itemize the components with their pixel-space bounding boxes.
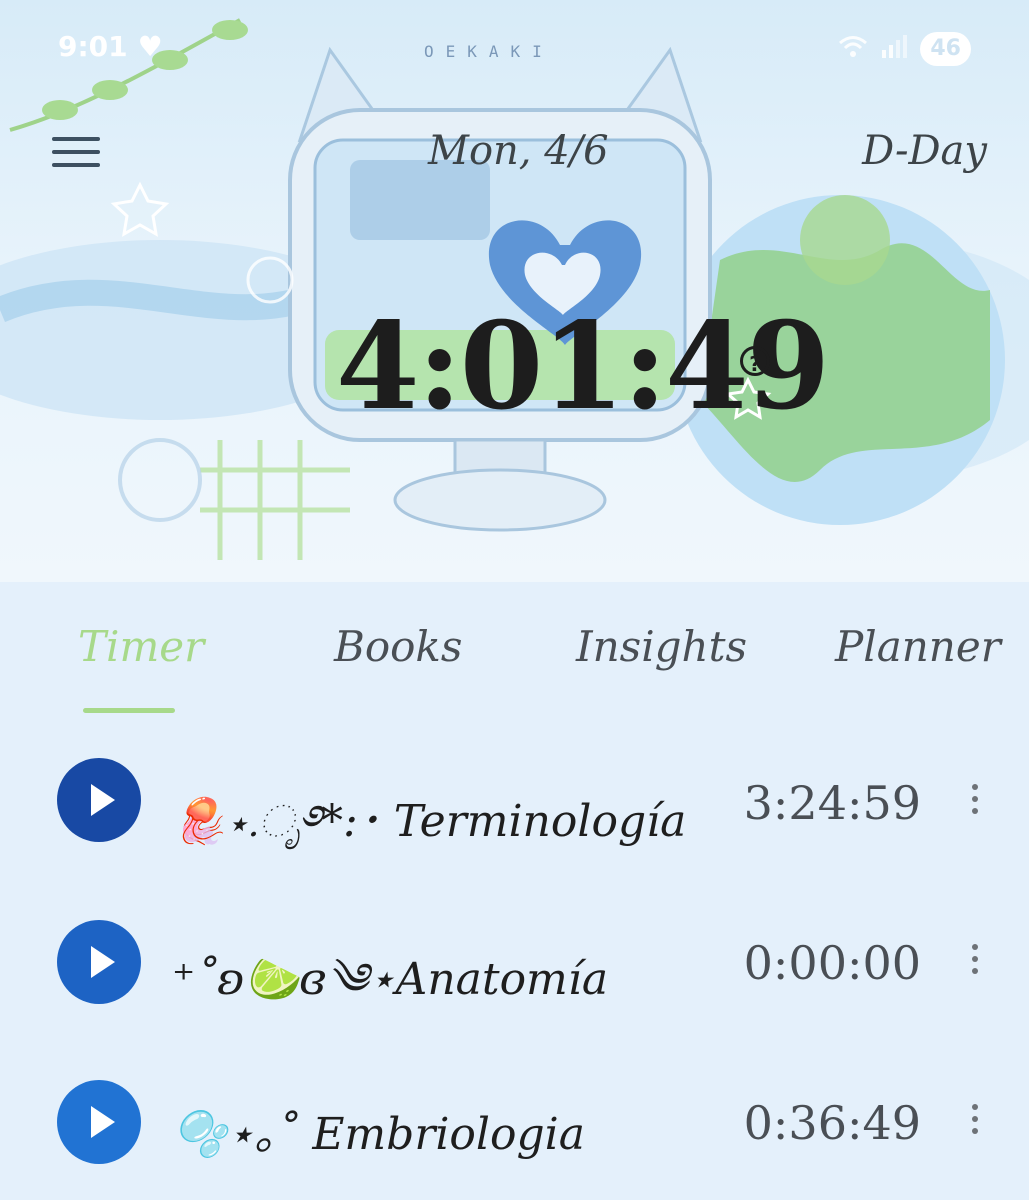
menu-icon[interactable] (52, 137, 100, 167)
heart-icon: ♥ (137, 30, 163, 63)
date-label: Mon, 4/6 (428, 128, 609, 174)
subject-time: 0:00:00 (743, 936, 921, 990)
subject-time: 0:36:49 (743, 1096, 921, 1150)
subject-time: 3:24:59 (743, 776, 921, 830)
play-icon (91, 946, 115, 978)
more-options-icon[interactable] (968, 944, 982, 980)
subject-row: ⁺˚ʚ🍋‍🟩ɞ༄⋆Anatomía 0:00:00 (0, 900, 1029, 1020)
play-button[interactable] (57, 1080, 141, 1164)
signal-icon (880, 34, 908, 64)
tab-timer[interactable]: Timer (78, 622, 204, 671)
play-button[interactable] (57, 920, 141, 1004)
play-icon (91, 784, 115, 816)
status-time-text: 9:01 (58, 30, 128, 63)
more-options-icon[interactable] (968, 1104, 982, 1140)
header-background: 9:01 ♥ 46 OEKAKI Mon, 4/6 D-Day 4:01:49 ? (0, 0, 1029, 582)
help-icon[interactable]: ? (740, 346, 770, 376)
active-tab-indicator (83, 708, 175, 713)
status-indicators: 46 (838, 32, 971, 66)
play-button[interactable] (57, 758, 141, 842)
tab-insights[interactable]: Insights (576, 622, 747, 671)
dday-button[interactable]: D-Day (862, 128, 987, 174)
subject-row: 🪼⋆.ೃ࿔*:･ Terminología 3:24:59 (0, 740, 1029, 860)
subject-name: 🪼⋆.ೃ࿔*:･ Terminología (172, 796, 687, 847)
brand-label: OEKAKI (424, 42, 554, 61)
subject-name: ⁺˚ʚ🍋‍🟩ɞ༄⋆Anatomía (172, 954, 609, 1005)
monitor-illustration (0, 18, 1029, 560)
status-time: 9:01 ♥ (58, 30, 163, 63)
battery-indicator: 46 (920, 32, 971, 66)
subject-name: 🫧⋆｡˚ Embriologia (172, 1109, 585, 1160)
wifi-icon (838, 34, 868, 64)
play-icon (91, 1106, 115, 1138)
tab-planner[interactable]: Planner (835, 622, 1001, 671)
more-options-icon[interactable] (968, 784, 982, 820)
subject-row: 🫧⋆｡˚ Embriologia 0:36:49 (0, 1060, 1029, 1180)
tab-books[interactable]: Books (334, 622, 462, 671)
